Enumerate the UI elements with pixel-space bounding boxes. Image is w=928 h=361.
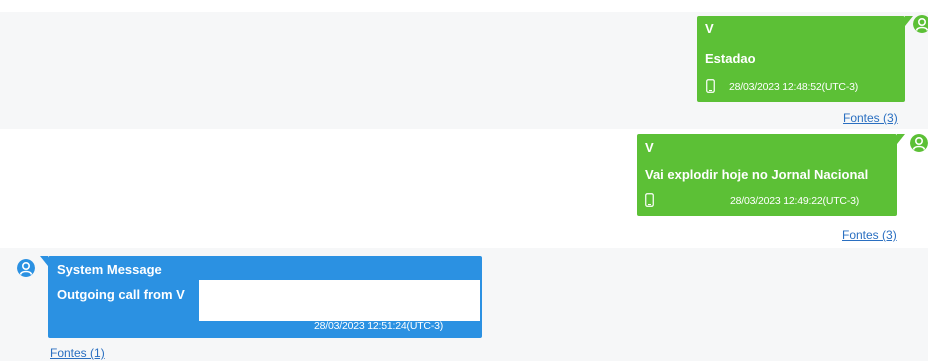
user-avatar-icon — [17, 259, 35, 277]
bubble-tail — [897, 134, 905, 144]
bubble-tail — [905, 16, 913, 26]
user-avatar-icon — [910, 134, 928, 152]
message-text: Estadao — [705, 51, 756, 66]
phone-icon — [706, 79, 715, 93]
message-timestamp: 28/03/2023 12:51:24(UTC-3) — [314, 320, 444, 332]
user-avatar-icon — [913, 15, 928, 33]
message-bubble-system[interactable]: System Message Outgoing call from V 28/0… — [48, 256, 482, 338]
sources-link[interactable]: Fontes (1) — [50, 346, 105, 360]
phone-icon — [645, 193, 654, 207]
message-sender: System Message — [57, 262, 162, 277]
message-timestamp: 28/03/2023 12:48:52(UTC-3) — [729, 81, 859, 93]
message-sender: V — [645, 140, 654, 155]
sources-link[interactable]: Fontes (3) — [842, 228, 897, 242]
bubble-tail — [40, 256, 48, 266]
message-text: Outgoing call from V — [57, 287, 185, 302]
message-text: Vai explodir hoje no Jornal Nacional — [645, 167, 869, 182]
message-timestamp: 28/03/2023 12:49:22(UTC-3) — [730, 195, 860, 207]
sources-link[interactable]: Fontes (3) — [843, 111, 898, 125]
message-bubble-outgoing[interactable]: V Vai explodir hoje no Jornal Nacional 2… — [637, 134, 897, 216]
message-sender: V — [705, 21, 714, 36]
redaction-box — [199, 280, 480, 321]
message-bubble-outgoing[interactable]: V Estadao 28/03/2023 12:48:52(UTC-3) — [697, 16, 905, 102]
